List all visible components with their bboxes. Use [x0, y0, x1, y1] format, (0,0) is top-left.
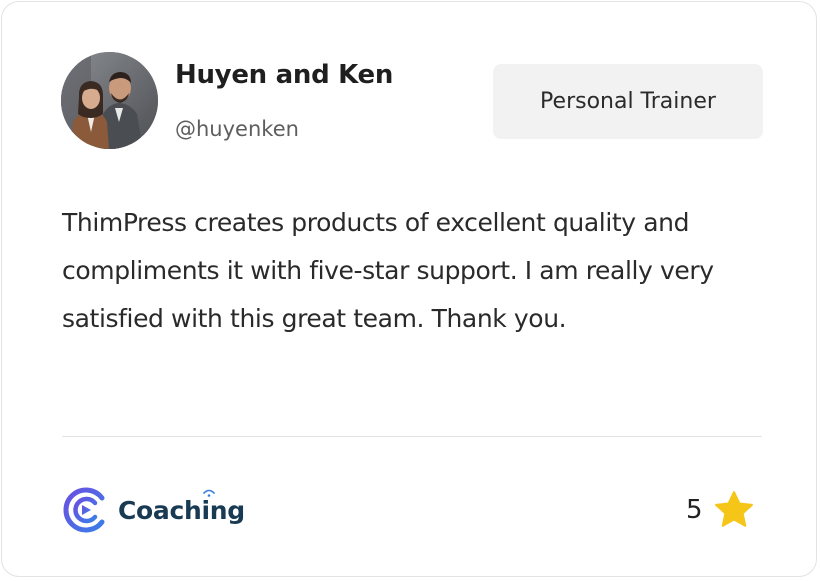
personal-trainer-tag[interactable]: Personal Trainer: [493, 64, 763, 139]
couple-photo-avatar: [61, 52, 158, 149]
signal-icon: [203, 489, 215, 497]
divider: [62, 436, 762, 437]
star-icon: [714, 491, 753, 527]
coaching-c-logo-icon: [63, 487, 105, 533]
brand-name: Coaching: [118, 489, 245, 525]
author-avatar: [61, 52, 158, 149]
testimonial-card: Huyen and Ken @huyenken Personal Trainer…: [1, 1, 817, 577]
testimonial-text: ThimPress creates products of excellent …: [62, 208, 714, 333]
rating-value: 5: [686, 495, 703, 525]
author-name: Huyen and Ken: [175, 60, 394, 90]
rating: 5: [686, 488, 755, 532]
brand-logo[interactable]: Coaching: [62, 486, 245, 534]
author-handle: @huyenken: [175, 117, 299, 141]
